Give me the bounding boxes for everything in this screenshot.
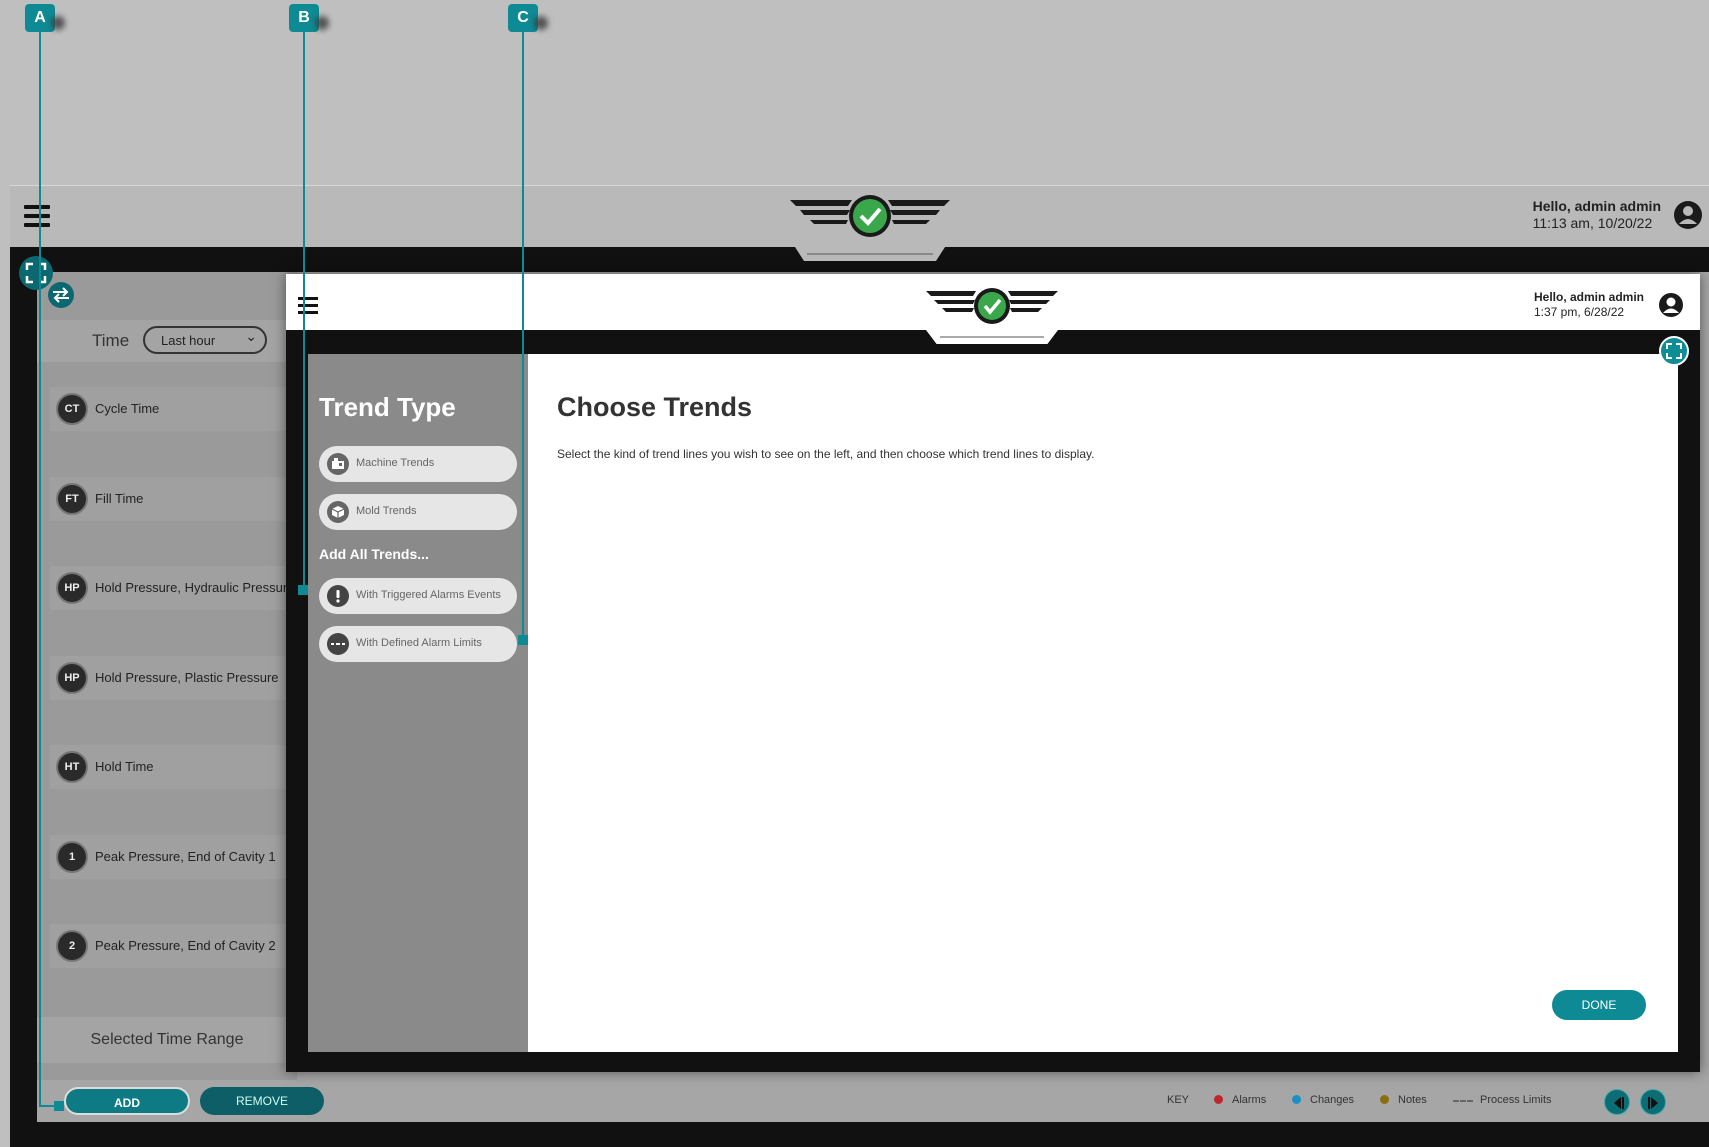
previous-icon xyxy=(1614,1097,1624,1109)
background-trend-item[interactable]: 2 Peak Pressure, End of Cavity 2 xyxy=(50,924,297,968)
callout-b-marker xyxy=(298,585,308,595)
modal-logo-tab xyxy=(926,330,1058,344)
callout-c: C xyxy=(508,4,538,32)
background-user-icon[interactable] xyxy=(1673,200,1703,230)
modal-greeting: Hello, admin admin 1:37 pm, 6/28/22 xyxy=(1534,290,1644,320)
previous-button[interactable] xyxy=(1604,1089,1630,1115)
background-selected-time-range: Selected Time Range xyxy=(37,1017,297,1063)
mold-icon xyxy=(327,501,349,523)
callout-c-marker xyxy=(518,635,528,645)
trend-badge: 1 xyxy=(56,841,88,873)
remove-button[interactable]: REMOVE xyxy=(200,1087,324,1115)
background-logo-icon xyxy=(790,195,950,237)
trend-type-panel: Trend Type Machine Trends Mold Trends Ad… xyxy=(308,354,528,1052)
key-changes: Changes xyxy=(1310,1094,1355,1106)
trend-label: Hold Pressure, Hydraulic Pressure xyxy=(95,580,295,595)
key-alarms: Alarms xyxy=(1232,1094,1267,1106)
background-time-select[interactable]: Last hour xyxy=(143,326,267,354)
choose-trends-title: Choose Trends xyxy=(557,392,753,422)
machine-icon xyxy=(327,453,349,475)
background-menu-icon[interactable] xyxy=(24,205,50,227)
trend-chooser-modal: Hello, admin admin 1:37 pm, 6/28/22 Tren… xyxy=(286,274,1700,1072)
key-label: KEY xyxy=(1167,1094,1190,1106)
callout-b-line xyxy=(303,32,305,594)
trend-label: Hold Pressure, Plastic Pressure xyxy=(95,670,279,685)
trend-badge: CT xyxy=(56,393,88,425)
expand-icon xyxy=(25,262,47,284)
modal-menu-icon[interactable] xyxy=(298,297,318,314)
callout-a-marker xyxy=(54,1101,64,1111)
background-datetime: 11:13 am, 10/20/22 xyxy=(1532,215,1653,231)
add-all-trends-heading: Add All Trends... xyxy=(319,546,429,562)
with-defined-alarm-limits-label: With Defined Alarm Limits xyxy=(356,637,482,649)
trend-badge: 2 xyxy=(56,930,88,962)
key-process-limits: Process Limits xyxy=(1480,1094,1552,1106)
alarm-dot-icon xyxy=(1214,1095,1223,1104)
change-dot-icon xyxy=(1292,1095,1301,1104)
background-trend-item[interactable]: HT Hold Time xyxy=(50,745,297,789)
background-trend-item[interactable]: FT Fill Time xyxy=(50,477,297,521)
done-button[interactable]: DONE xyxy=(1552,990,1646,1020)
expand-icon xyxy=(1666,343,1682,359)
trend-badge: FT xyxy=(56,483,88,515)
modal-expand-button[interactable] xyxy=(1659,336,1689,366)
background-expand-button[interactable] xyxy=(19,256,53,290)
swap-icon xyxy=(53,287,69,303)
trend-label: Fill Time xyxy=(95,491,144,506)
next-icon xyxy=(1648,1097,1658,1109)
background-trend-item[interactable]: CT Cycle Time xyxy=(50,387,297,431)
process-limits-dash-icon xyxy=(1453,1100,1473,1102)
background-greeting-name: Hello, admin admin xyxy=(1532,198,1661,214)
trend-type-title: Trend Type xyxy=(319,392,456,422)
choose-trends-area: Choose Trends Select the kind of trend l… xyxy=(528,354,1678,1052)
add-button[interactable]: ADD xyxy=(64,1087,190,1115)
modal-user-icon[interactable] xyxy=(1658,292,1684,318)
trend-label: Cycle Time xyxy=(95,401,160,416)
dashed-line-icon xyxy=(327,633,349,655)
note-dot-icon xyxy=(1380,1095,1389,1104)
trend-label: Peak Pressure, End of Cavity 1 xyxy=(95,849,276,864)
background-trend-item[interactable]: 1 Peak Pressure, End of Cavity 1 xyxy=(50,835,297,879)
callout-a-line xyxy=(39,32,41,1107)
alert-icon xyxy=(327,585,349,607)
with-triggered-alarms-label: With Triggered Alarms Events xyxy=(356,589,501,601)
with-defined-alarm-limits-button[interactable]: With Defined Alarm Limits xyxy=(319,626,517,662)
mold-trends-label: Mold Trends xyxy=(356,505,417,517)
key-notes: Notes xyxy=(1398,1094,1427,1106)
choose-trends-description: Select the kind of trend lines you wish … xyxy=(557,447,1095,461)
background-swap-button[interactable] xyxy=(48,282,74,308)
mold-trends-button[interactable]: Mold Trends xyxy=(319,494,517,530)
background-greeting: Hello, admin admin 11:13 am, 10/20/22 xyxy=(1533,198,1661,232)
trend-badge: HP xyxy=(56,662,88,694)
trend-label: Peak Pressure, End of Cavity 2 xyxy=(95,938,276,953)
trend-badge: HT xyxy=(56,751,88,783)
trend-badge: HP xyxy=(56,572,88,604)
modal-greeting-name: Hello, admin admin xyxy=(1533,290,1644,304)
background-trend-item[interactable]: HP Hold Pressure, Plastic Pressure xyxy=(50,656,297,700)
with-triggered-alarms-button[interactable]: With Triggered Alarms Events xyxy=(319,578,517,614)
modal-logo-icon xyxy=(926,288,1058,324)
background-logo-tab xyxy=(795,247,945,261)
background-time-label: Time xyxy=(92,331,130,350)
next-button[interactable] xyxy=(1640,1089,1666,1115)
modal-datetime: 1:37 pm, 6/28/22 xyxy=(1533,305,1625,319)
background-trend-item[interactable]: HP Hold Pressure, Hydraulic Pressure xyxy=(50,566,297,610)
machine-trends-label: Machine Trends xyxy=(356,457,435,469)
trend-label: Hold Time xyxy=(95,759,154,774)
machine-trends-button[interactable]: Machine Trends xyxy=(319,446,517,482)
callout-c-line xyxy=(522,32,524,642)
callout-b: B xyxy=(289,4,319,32)
callout-a: A xyxy=(25,4,55,32)
